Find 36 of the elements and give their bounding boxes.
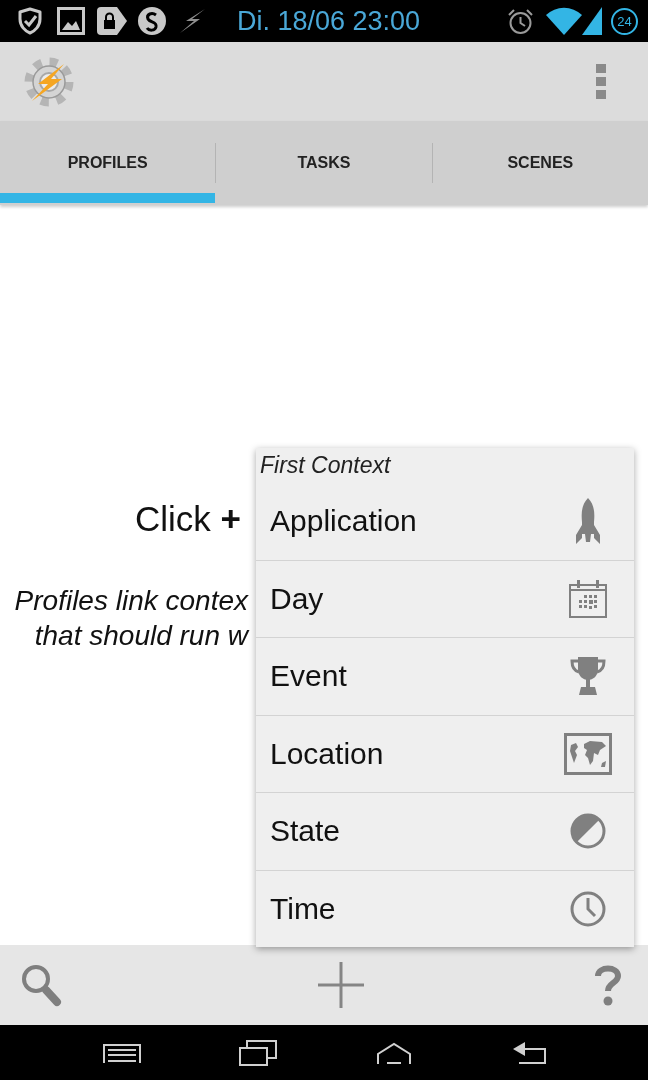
hint-text: Profiles link contex that should run w	[13, 584, 248, 653]
tab[interactable]: SCENES	[432, 121, 648, 203]
overflow-menu-icon[interactable]	[596, 64, 606, 99]
menu-item[interactable]: Event	[256, 637, 634, 715]
tab[interactable]: PROFILES	[0, 121, 216, 203]
half-circle-icon	[570, 813, 606, 850]
shield-check-icon	[18, 7, 42, 35]
battery-indicator: 24	[611, 7, 638, 35]
wifi-icon	[546, 7, 582, 35]
tab[interactable]: TASKS	[216, 121, 432, 203]
calendar-icon	[569, 579, 607, 618]
menu-item[interactable]: Day	[256, 559, 634, 637]
help-icon[interactable]	[594, 964, 622, 1006]
signal-icon	[582, 7, 602, 35]
heading-text: Click +	[135, 501, 241, 536]
bolt-icon	[180, 9, 205, 33]
recent-apps-icon[interactable]	[239, 1039, 277, 1066]
menu-item[interactable]: Location	[256, 714, 634, 792]
search-icon[interactable]	[20, 963, 62, 1007]
menu-item[interactable]: State	[256, 792, 634, 870]
menu-title: First Context	[260, 453, 391, 477]
menu-icon[interactable]	[103, 1042, 141, 1063]
image-icon	[57, 7, 85, 35]
add-icon[interactable]	[318, 962, 364, 1008]
world-map-icon	[564, 732, 612, 775]
menu-item[interactable]: Application	[256, 482, 634, 560]
clock-text: Di. 18/06 23:00	[237, 7, 421, 35]
alarm-clock-icon	[507, 7, 534, 35]
trophy-icon	[570, 657, 606, 696]
lock-tag-icon	[97, 7, 127, 35]
back-icon[interactable]	[513, 1040, 547, 1065]
app-logo-icon	[24, 56, 74, 107]
rocket-icon	[575, 497, 601, 544]
s-circle-icon	[138, 7, 166, 35]
clock-icon	[570, 890, 606, 927]
home-icon[interactable]	[377, 1041, 411, 1064]
